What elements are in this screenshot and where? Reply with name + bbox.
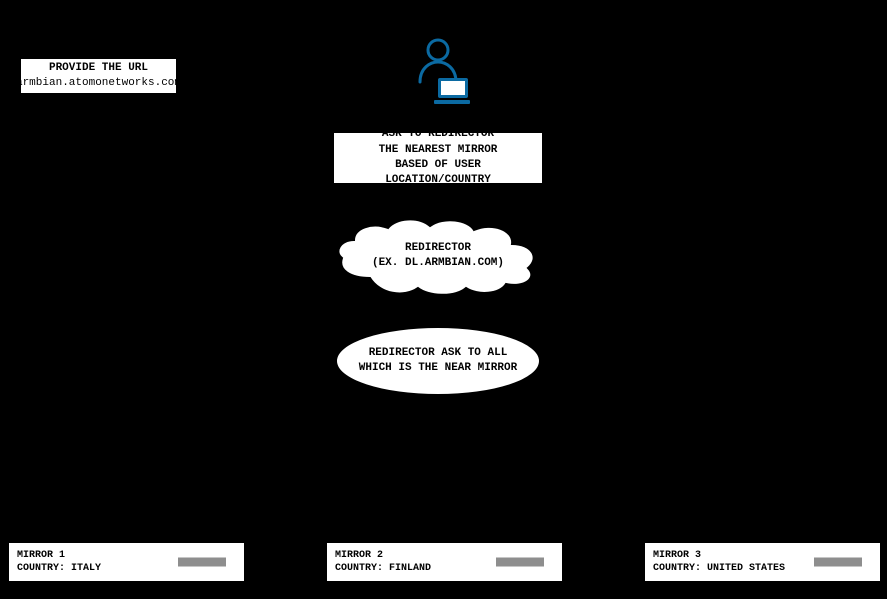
mirror-1-country-label: COUNTRY: (17, 563, 65, 574)
redirector-label: REDIRECTOR (EX. DL.ARMBIAN.COM) (372, 241, 504, 271)
redirector-line2: (EX. DL.ARMBIAN.COM) (372, 257, 504, 269)
ask-all-ellipse: REDIRECTOR ASK TO ALL WHICH IS THE NEAR … (335, 326, 541, 396)
mirror-slot-icon (178, 558, 226, 567)
provide-url-line2: armbian.atomonetworks.com (16, 76, 181, 91)
redirector-line1: REDIRECTOR (405, 242, 471, 254)
mirror-2-box: MIRROR 2 COUNTRY: FINLAND (326, 542, 563, 582)
provide-url-box: PROVIDE THE URL armbian.atomonetworks.co… (20, 58, 177, 94)
user-client-icon (414, 34, 470, 110)
provide-url-line1: PROVIDE THE URL (49, 61, 148, 76)
ask-all-label: REDIRECTOR ASK TO ALL WHICH IS THE NEAR … (359, 346, 517, 376)
ask-redirector-line3: BASED OF USER LOCATION/COUNTRY (342, 158, 534, 189)
diagram-stage: PROVIDE THE URL armbian.atomonetworks.co… (0, 0, 887, 599)
mirror-3-country: UNITED STATES (707, 563, 785, 574)
ask-redirector-line1: ASK TO REDIRECTOR (382, 127, 494, 142)
mirror-3-box: MIRROR 3 COUNTRY: UNITED STATES (644, 542, 881, 582)
ask-redirector-line2: THE NEAREST MIRROR (379, 143, 498, 158)
mirror-2-country-label: COUNTRY: (335, 563, 383, 574)
mirror-1-box: MIRROR 1 COUNTRY: ITALY (8, 542, 245, 582)
mirror-slot-icon (814, 558, 862, 567)
mirror-2-country: FINLAND (389, 563, 431, 574)
ask-redirector-box: ASK TO REDIRECTOR THE NEAREST MIRROR BAS… (333, 132, 543, 184)
mirror-1-country: ITALY (71, 563, 101, 574)
mirror-3-country-label: COUNTRY: (653, 563, 701, 574)
ask-all-line1: REDIRECTOR ASK TO ALL (369, 347, 508, 359)
redirector-cloud: REDIRECTOR (EX. DL.ARMBIAN.COM) (332, 216, 544, 296)
ask-all-line2: WHICH IS THE NEAR MIRROR (359, 362, 517, 374)
mirror-slot-icon (496, 558, 544, 567)
